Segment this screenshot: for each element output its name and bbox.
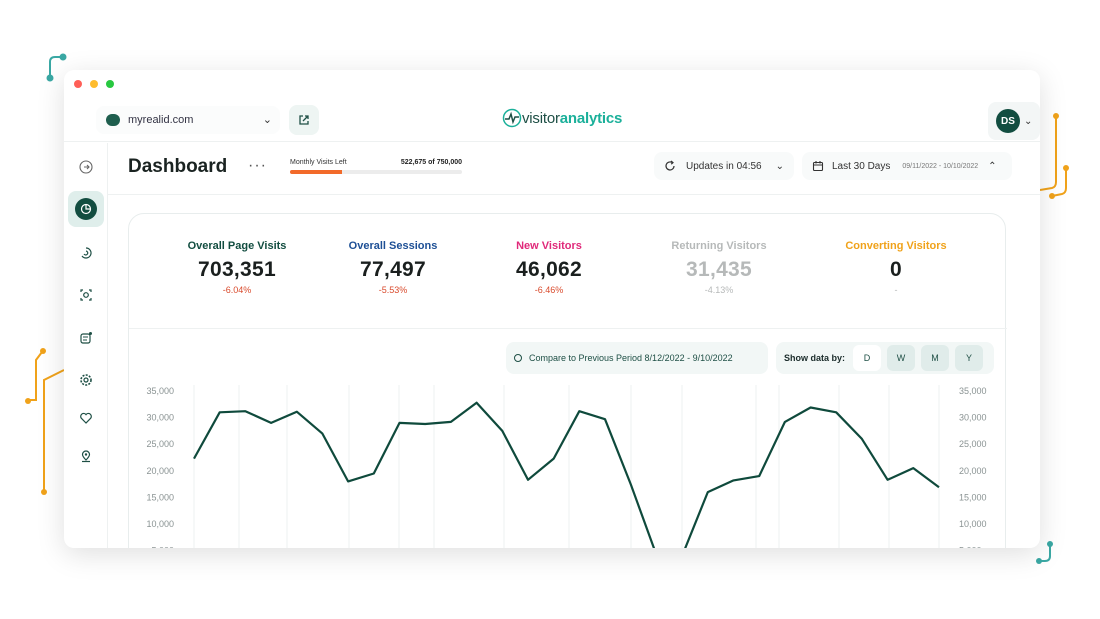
stat-new-visitors[interactable]: New Visitors 46,062 -6.46% bbox=[474, 240, 624, 295]
user-menu[interactable]: DS ⌄ bbox=[988, 102, 1040, 140]
show-data-by: Show data by: D W M Y bbox=[776, 342, 994, 374]
avatar: DS bbox=[996, 109, 1020, 133]
compare-previous-toggle[interactable]: Compare to Previous Period 8/12/2022 - 9… bbox=[506, 342, 768, 374]
collapse-icon[interactable] bbox=[76, 157, 96, 177]
stat-title: Overall Page Visits bbox=[187, 240, 287, 252]
brand-logo[interactable]: visitor analytics bbox=[502, 108, 622, 128]
monthly-visits-count: 522,675 of 750,000 bbox=[400, 159, 462, 166]
logo-icon bbox=[502, 108, 522, 128]
y-tick-label-right: 30,000 bbox=[959, 413, 987, 423]
location-icon[interactable] bbox=[76, 446, 96, 466]
y-tick-label-left: 10,000 bbox=[146, 519, 174, 529]
visits-line-chart: 35,000 35,000 30,000 30,000 25,000 25,000 20,0… bbox=[146, 385, 987, 548]
analytics-card: Overall Page Visits 703,351 -6.04% Overa… bbox=[128, 213, 1007, 548]
monthly-visits-bar bbox=[290, 170, 462, 174]
app-window: myrealid.com ⌄ visitor analytics DS ⌄ Da… bbox=[64, 70, 1040, 548]
chevron-down-icon: ⌄ bbox=[775, 160, 785, 172]
y-tick-label-left: 20,000 bbox=[146, 466, 174, 476]
site-selector[interactable]: myrealid.com ⌄ bbox=[96, 106, 280, 134]
stat-title: New Visitors bbox=[516, 240, 582, 252]
period-buttons: D W M Y bbox=[853, 345, 984, 371]
date-range-dates: 09/11/2022 - 10/10/2022 bbox=[902, 162, 979, 170]
y-tick-label-left: 15,000 bbox=[146, 492, 174, 502]
top-bar: myrealid.com ⌄ visitor analytics DS ⌄ bbox=[64, 100, 1040, 142]
date-range-label: Last 30 Days bbox=[832, 160, 891, 172]
stat-overall-page-visits[interactable]: Overall Page Visits 703,351 -6.04% bbox=[162, 240, 312, 295]
radio-icon bbox=[514, 354, 522, 362]
stat-change: -6.46% bbox=[534, 285, 564, 295]
calendar-icon bbox=[812, 161, 824, 172]
stat-value: 31,435 bbox=[685, 258, 753, 281]
series-line bbox=[193, 401, 940, 548]
sidebar bbox=[64, 143, 108, 548]
stat-change: -4.13% bbox=[704, 285, 734, 295]
refresh-icon bbox=[665, 160, 675, 171]
stats-row: Overall Page Visits 703,351 -6.04% Overa… bbox=[129, 214, 1007, 329]
stat-converting-visitors[interactable]: Converting Visitors 0 - bbox=[821, 240, 971, 295]
brand-name-part1: visitor bbox=[522, 109, 560, 127]
y-tick-label-left: 25,000 bbox=[146, 439, 174, 449]
favorites-icon[interactable] bbox=[76, 408, 96, 428]
y-tick-label-left: 30,000 bbox=[146, 413, 174, 423]
stat-change: -6.04% bbox=[222, 285, 252, 295]
y-tick-label-right: 10,000 bbox=[959, 519, 987, 529]
stat-change: - bbox=[894, 285, 898, 295]
date-range-picker[interactable]: Last 30 Days 09/11/2022 - 10/10/2022 ⌃ bbox=[802, 152, 1012, 180]
recordings-icon[interactable] bbox=[76, 285, 96, 305]
updates-timer: Updates in 04:56 bbox=[686, 160, 762, 172]
brand-name-part2: analytics bbox=[559, 109, 623, 127]
dashboard-icon bbox=[75, 198, 97, 220]
page-title: Dashboard bbox=[128, 156, 228, 177]
minimize-window-button[interactable] bbox=[90, 80, 98, 88]
site-name: myrealid.com bbox=[128, 114, 194, 126]
period-year-button[interactable]: Y bbox=[955, 345, 984, 371]
stat-value: 46,062 bbox=[515, 258, 583, 281]
period-day-button[interactable]: D bbox=[853, 345, 882, 371]
stat-title: Converting Visitors bbox=[845, 240, 947, 252]
settings-icon[interactable] bbox=[76, 370, 96, 390]
stat-value: 77,497 bbox=[359, 258, 427, 281]
chevron-down-icon: ⌄ bbox=[262, 114, 272, 126]
show-data-by-label: Show data by: bbox=[784, 353, 846, 363]
y-tick-label-right: 5,000 bbox=[959, 546, 982, 548]
monthly-visits-meter: Monthly Visits Left 522,675 of 750,000 bbox=[290, 159, 462, 174]
period-month-button[interactable]: M bbox=[921, 345, 950, 371]
open-site-button[interactable] bbox=[289, 105, 319, 135]
compare-label: Compare to Previous Period 8/12/2022 - 9… bbox=[529, 353, 733, 363]
window-controls bbox=[74, 80, 114, 88]
y-tick-label-left: 5,000 bbox=[151, 546, 174, 548]
stat-value: 0 bbox=[890, 258, 902, 281]
more-options-button[interactable]: ··· bbox=[248, 157, 267, 175]
stat-overall-sessions[interactable]: Overall Sessions 77,497 -5.53% bbox=[318, 240, 468, 295]
period-week-button[interactable]: W bbox=[887, 345, 916, 371]
sidebar-item-dashboard[interactable] bbox=[68, 191, 104, 227]
y-tick-label-right: 25,000 bbox=[959, 439, 987, 449]
y-tick-label-right: 15,000 bbox=[959, 492, 987, 502]
y-tick-label-right: 20,000 bbox=[959, 466, 987, 476]
stat-title: Returning Visitors bbox=[671, 240, 767, 252]
y-tick-label-right: 35,000 bbox=[959, 386, 987, 396]
chevron-up-icon: ⌃ bbox=[988, 160, 997, 172]
maximize-window-button[interactable] bbox=[106, 80, 114, 88]
external-link-icon bbox=[299, 115, 309, 125]
monthly-visits-fill bbox=[290, 170, 342, 174]
stat-value: 703,351 bbox=[197, 258, 276, 281]
funnel-icon[interactable] bbox=[76, 243, 96, 263]
dashboard-header: Dashboard ··· Monthly Visits Left 522,67… bbox=[108, 143, 1040, 195]
refresh-control[interactable]: Updates in 04:56 ⌄ bbox=[654, 152, 794, 180]
stat-change: -5.53% bbox=[378, 285, 408, 295]
chevron-down-icon: ⌄ bbox=[1024, 115, 1033, 127]
y-tick-label-left: 35,000 bbox=[146, 386, 174, 396]
site-icon bbox=[106, 114, 120, 126]
stat-title: Overall Sessions bbox=[348, 240, 438, 252]
surveys-icon[interactable] bbox=[76, 328, 96, 348]
stat-returning-visitors[interactable]: Returning Visitors 31,435 -4.13% bbox=[644, 240, 794, 295]
close-window-button[interactable] bbox=[74, 80, 82, 88]
